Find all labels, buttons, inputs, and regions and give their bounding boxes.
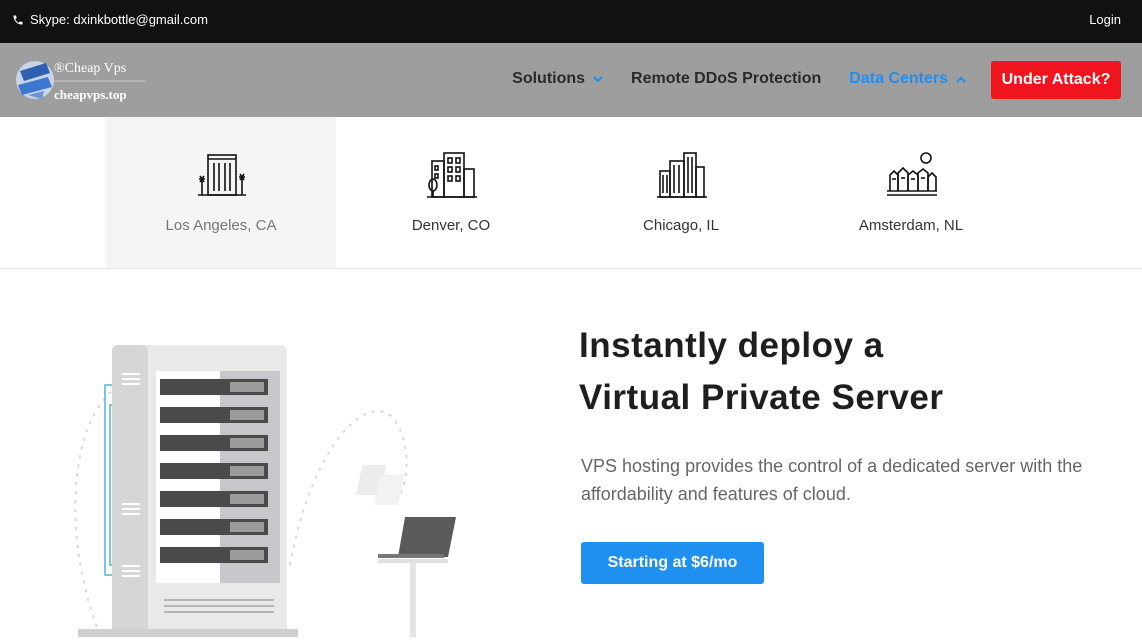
pricing-cta-button[interactable]: Starting at $6/mo xyxy=(581,542,764,584)
nav-menu: Solutions Remote DDoS Protection Data Ce… xyxy=(512,70,966,88)
server-rack-illustration xyxy=(60,335,480,637)
datacenter-label: Los Angeles, CA xyxy=(165,217,277,234)
hero-title-line2: Virtual Private Server xyxy=(579,378,944,417)
chicago-building-icon xyxy=(657,152,707,198)
data-centers-dropdown: Los Angeles, CA Denver, CO Chicago, IL A… xyxy=(0,117,1142,269)
nav-item-data-centers[interactable]: Data Centers xyxy=(849,70,966,88)
phone-icon xyxy=(13,15,23,24)
hero-subtitle: VPS hosting provides the control of a de… xyxy=(581,456,1083,504)
datacenter-amsterdam[interactable]: Amsterdam, NL xyxy=(796,117,1026,268)
login-link[interactable]: Login xyxy=(1089,12,1121,27)
chevron-down-icon xyxy=(593,75,603,82)
datacenter-label: Amsterdam, NL xyxy=(858,217,964,234)
nav-item-solutions[interactable]: Solutions xyxy=(512,70,603,88)
skype-contact[interactable]: Skype: dxinkbottle@gmail.com xyxy=(12,12,208,27)
amsterdam-building-icon xyxy=(887,152,937,196)
logo-title: ®Cheap Vps xyxy=(54,61,126,76)
datacenter-los-angeles[interactable]: Los Angeles, CA xyxy=(106,117,336,268)
nav-item-label: Data Centers xyxy=(849,70,948,87)
hero-title-line1: Instantly deploy a xyxy=(579,326,884,365)
logo-domain: cheapvps.top xyxy=(54,87,127,102)
nav-item-label: Remote DDoS Protection xyxy=(631,70,822,87)
contact-text: Skype: dxinkbottle@gmail.com xyxy=(30,12,208,27)
top-bar: Skype: dxinkbottle@gmail.com Login xyxy=(0,0,1142,43)
chevron-up-icon xyxy=(956,76,966,83)
datacenter-label: Chicago, IL xyxy=(643,217,719,234)
nav-item-remote-ddos[interactable]: Remote DDoS Protection xyxy=(631,70,821,88)
datacenter-denver[interactable]: Denver, CO xyxy=(336,117,566,268)
datacenter-chicago[interactable]: Chicago, IL xyxy=(566,117,796,268)
datacenter-label: Denver, CO xyxy=(411,217,491,234)
los-angeles-building-icon xyxy=(198,154,246,196)
under-attack-button[interactable]: Under Attack? xyxy=(991,61,1121,99)
denver-building-icon xyxy=(427,152,477,198)
hero-title: Instantly deploy a Virtual Private Serve… xyxy=(579,320,943,424)
nav-item-label: Solutions xyxy=(512,70,586,87)
logo-globe-icon xyxy=(16,61,54,99)
main-nav: ®Cheap Vps cheapvps.top Solutions Remote… xyxy=(0,43,1142,117)
site-logo[interactable]: ®Cheap Vps cheapvps.top xyxy=(14,55,154,105)
